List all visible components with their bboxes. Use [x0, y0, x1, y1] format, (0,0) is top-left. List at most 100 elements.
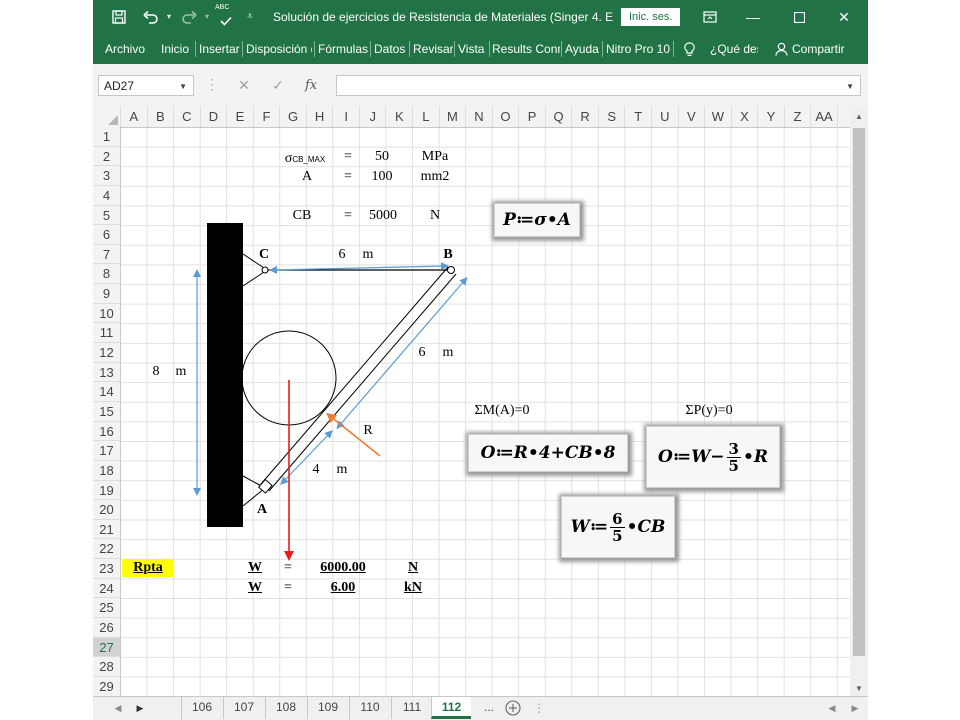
sheet-tab-106[interactable]: 106: [181, 697, 222, 719]
row-header-9[interactable]: 9: [93, 284, 120, 304]
row-header-15[interactable]: 15: [93, 402, 120, 422]
tab-splitter-icon[interactable]: ⋮: [533, 697, 545, 719]
enter-check-icon[interactable]: ✓: [267, 75, 289, 96]
undo-dropdown-icon[interactable]: ▾: [163, 0, 175, 34]
scroll-up-icon[interactable]: ▲: [850, 108, 868, 126]
customize-qat-icon[interactable]: ⩡: [243, 0, 257, 34]
column-header-h[interactable]: H: [307, 106, 334, 127]
moment-equation[interactable]: O≔R•4+CB•8: [468, 434, 628, 472]
formula-input[interactable]: ▼: [336, 75, 861, 96]
column-header-aa[interactable]: AA: [811, 106, 838, 127]
redo-icon[interactable]: [175, 0, 203, 34]
column-header-e[interactable]: E: [227, 106, 254, 127]
row-header-29[interactable]: 29: [93, 677, 120, 697]
sheet-tab-109[interactable]: 109: [307, 697, 348, 719]
row-header-26[interactable]: 26: [93, 618, 120, 638]
vertical-scrollbar[interactable]: ▲ ▼: [850, 106, 868, 696]
maximize-button[interactable]: [779, 0, 819, 34]
tab-revisar[interactable]: Revisar: [413, 34, 453, 64]
tab-inicio[interactable]: Inicio: [161, 34, 193, 64]
column-header-n[interactable]: N: [466, 106, 493, 127]
tab-results-conn[interactable]: Results Conn: [492, 34, 560, 64]
scroll-right-icon[interactable]: ▶: [848, 697, 862, 719]
row-header-4[interactable]: 4: [93, 186, 120, 206]
cell-area[interactable]: σCB_MAX = 50 MPa A = 100 mm2 CB = 5000 N…: [121, 128, 850, 696]
column-header-d[interactable]: D: [201, 106, 228, 127]
sheet-tab-111[interactable]: 111: [391, 697, 432, 719]
column-header-x[interactable]: X: [732, 106, 759, 127]
column-header-q[interactable]: Q: [546, 106, 573, 127]
spelling-icon[interactable]: ABC: [213, 0, 239, 34]
next-sheet-icon[interactable]: ▶: [133, 697, 147, 719]
tab-disposicion[interactable]: Disposición d: [246, 34, 312, 64]
tab-vista[interactable]: Vista: [458, 34, 488, 64]
row-header-24[interactable]: 24: [93, 579, 120, 599]
lightbulb-icon[interactable]: [684, 34, 698, 64]
chevron-down-icon[interactable]: ▼: [179, 76, 187, 97]
tab-datos[interactable]: Datos: [374, 34, 408, 64]
column-header-v[interactable]: V: [679, 106, 706, 127]
scroll-left-icon[interactable]: ◀: [825, 697, 839, 719]
scroll-thumb[interactable]: [853, 128, 865, 656]
tab-archivo[interactable]: Archivo: [105, 34, 153, 64]
expand-formula-bar-icon[interactable]: ▼: [846, 76, 854, 97]
column-header-b[interactable]: B: [148, 106, 175, 127]
stress-equation[interactable]: P≔σ•A: [494, 203, 580, 237]
sign-in-button[interactable]: Inic. ses.: [621, 8, 681, 26]
ribbon-display-options-icon[interactable]: [690, 0, 730, 34]
column-header-o[interactable]: O: [493, 106, 520, 127]
row-header-3[interactable]: 3: [93, 166, 120, 186]
row-header-7[interactable]: 7: [93, 245, 120, 265]
cancel-icon[interactable]: ✕: [233, 75, 255, 96]
row-header-8[interactable]: 8: [93, 264, 120, 285]
row-header-27[interactable]: 27: [93, 637, 120, 658]
column-header-l[interactable]: L: [413, 106, 440, 127]
close-button[interactable]: ✕: [824, 0, 864, 34]
sheet-tab-108[interactable]: 108: [265, 697, 306, 719]
tell-me-search[interactable]: ¿Qué desea hacer?: [710, 34, 758, 64]
save-icon[interactable]: [107, 0, 131, 34]
column-header-j[interactable]: J: [360, 106, 387, 127]
column-header-r[interactable]: R: [572, 106, 599, 127]
minimize-button[interactable]: —: [733, 0, 773, 34]
column-header-y[interactable]: Y: [758, 106, 785, 127]
sheet-tab-110[interactable]: 110: [349, 697, 390, 719]
column-header-a[interactable]: A: [121, 106, 148, 127]
row-header-16[interactable]: 16: [93, 422, 120, 442]
row-header-23[interactable]: 23: [93, 559, 120, 579]
column-header-z[interactable]: Z: [785, 106, 812, 127]
share-button[interactable]: Compartir: [792, 34, 852, 64]
column-header-u[interactable]: U: [652, 106, 679, 127]
prev-sheet-icon[interactable]: ◀: [111, 697, 125, 719]
row-header-19[interactable]: 19: [93, 481, 120, 501]
add-sheet-icon[interactable]: [503, 697, 523, 719]
column-header-k[interactable]: K: [387, 106, 414, 127]
column-header-m[interactable]: M: [440, 106, 467, 127]
tab-formulas[interactable]: Fórmulas: [318, 34, 368, 64]
row-header-25[interactable]: 25: [93, 598, 120, 618]
column-header-g[interactable]: G: [280, 106, 307, 127]
column-header-t[interactable]: T: [625, 106, 652, 127]
weight-equation[interactable]: W≔ 65 •CB: [561, 496, 675, 558]
column-header-f[interactable]: F: [254, 106, 281, 127]
column-header-p[interactable]: P: [519, 106, 546, 127]
row-header-22[interactable]: 22: [93, 539, 120, 560]
sheet-tab-107[interactable]: 107: [223, 697, 264, 719]
tab-nitro-pro[interactable]: Nitro Pro 10: [606, 34, 672, 64]
column-header-s[interactable]: S: [599, 106, 626, 127]
sheet-tab-112[interactable]: 112: [431, 697, 471, 719]
name-box[interactable]: AD27 ▼: [98, 75, 194, 96]
share-person-icon[interactable]: [775, 34, 791, 64]
row-header-5[interactable]: 5: [93, 206, 120, 226]
column-header-w[interactable]: W: [705, 106, 732, 127]
row-header-13[interactable]: 13: [93, 363, 120, 383]
row-header-12[interactable]: 12: [93, 343, 120, 363]
insert-function-button[interactable]: fx: [305, 75, 317, 96]
row-header-6[interactable]: 6: [93, 225, 120, 245]
redo-dropdown-icon[interactable]: ▾: [201, 0, 213, 34]
tab-insertar[interactable]: Insertar: [199, 34, 241, 64]
row-header-17[interactable]: 17: [93, 441, 120, 461]
row-header-14[interactable]: 14: [93, 382, 120, 402]
row-header-21[interactable]: 21: [93, 520, 120, 540]
more-sheets-button[interactable]: ...: [475, 697, 503, 719]
